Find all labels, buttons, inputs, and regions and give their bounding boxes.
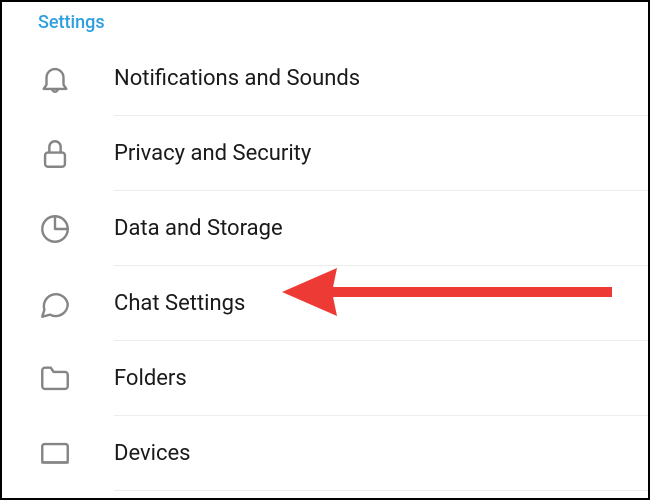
pie-chart-icon [2,212,114,246]
settings-item-notifications[interactable]: Notifications and Sounds [2,41,648,116]
settings-item-devices[interactable]: Devices [2,416,648,491]
settings-item-label: Devices [114,416,648,491]
device-icon [2,437,114,471]
settings-item-label: Privacy and Security [114,116,648,191]
chat-bubble-icon [2,287,114,321]
settings-section-header: Settings [2,2,648,41]
folder-icon [2,362,114,396]
settings-list: Notifications and Sounds Privacy and Sec… [2,41,648,491]
settings-item-label: Data and Storage [114,191,648,266]
settings-item-label: Notifications and Sounds [114,41,648,116]
settings-item-folders[interactable]: Folders [2,341,648,416]
settings-item-label: Chat Settings [114,266,648,341]
settings-item-privacy[interactable]: Privacy and Security [2,116,648,191]
lock-icon [2,137,114,171]
settings-item-chat-settings[interactable]: Chat Settings [2,266,648,341]
bell-icon [2,62,114,96]
settings-item-label: Folders [114,341,648,416]
settings-item-data-storage[interactable]: Data and Storage [2,191,648,266]
